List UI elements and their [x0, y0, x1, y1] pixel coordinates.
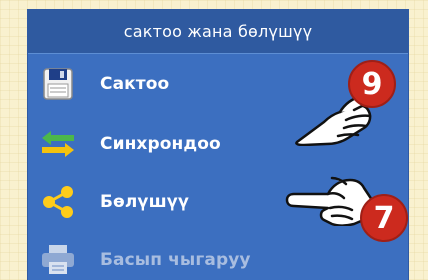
menu-item-sync-label: Синхрондоо [100, 134, 221, 154]
printer-icon [38, 240, 78, 280]
save-icon [38, 64, 78, 104]
menu-item-print: Басып чыгаруу [28, 238, 408, 280]
menu-item-print-label: Басып чыгаруу [100, 250, 251, 270]
menu-item-share-label: Бөлүшүү [100, 192, 190, 212]
sync-arrows-icon [38, 124, 78, 164]
panel-title: сактоо жана бөлүшүү [28, 10, 408, 54]
step-badge: 7 [360, 194, 408, 242]
menu-item-save-label: Сактоо [100, 74, 170, 94]
step-badge: 9 [348, 60, 396, 108]
share-icon [38, 182, 78, 222]
